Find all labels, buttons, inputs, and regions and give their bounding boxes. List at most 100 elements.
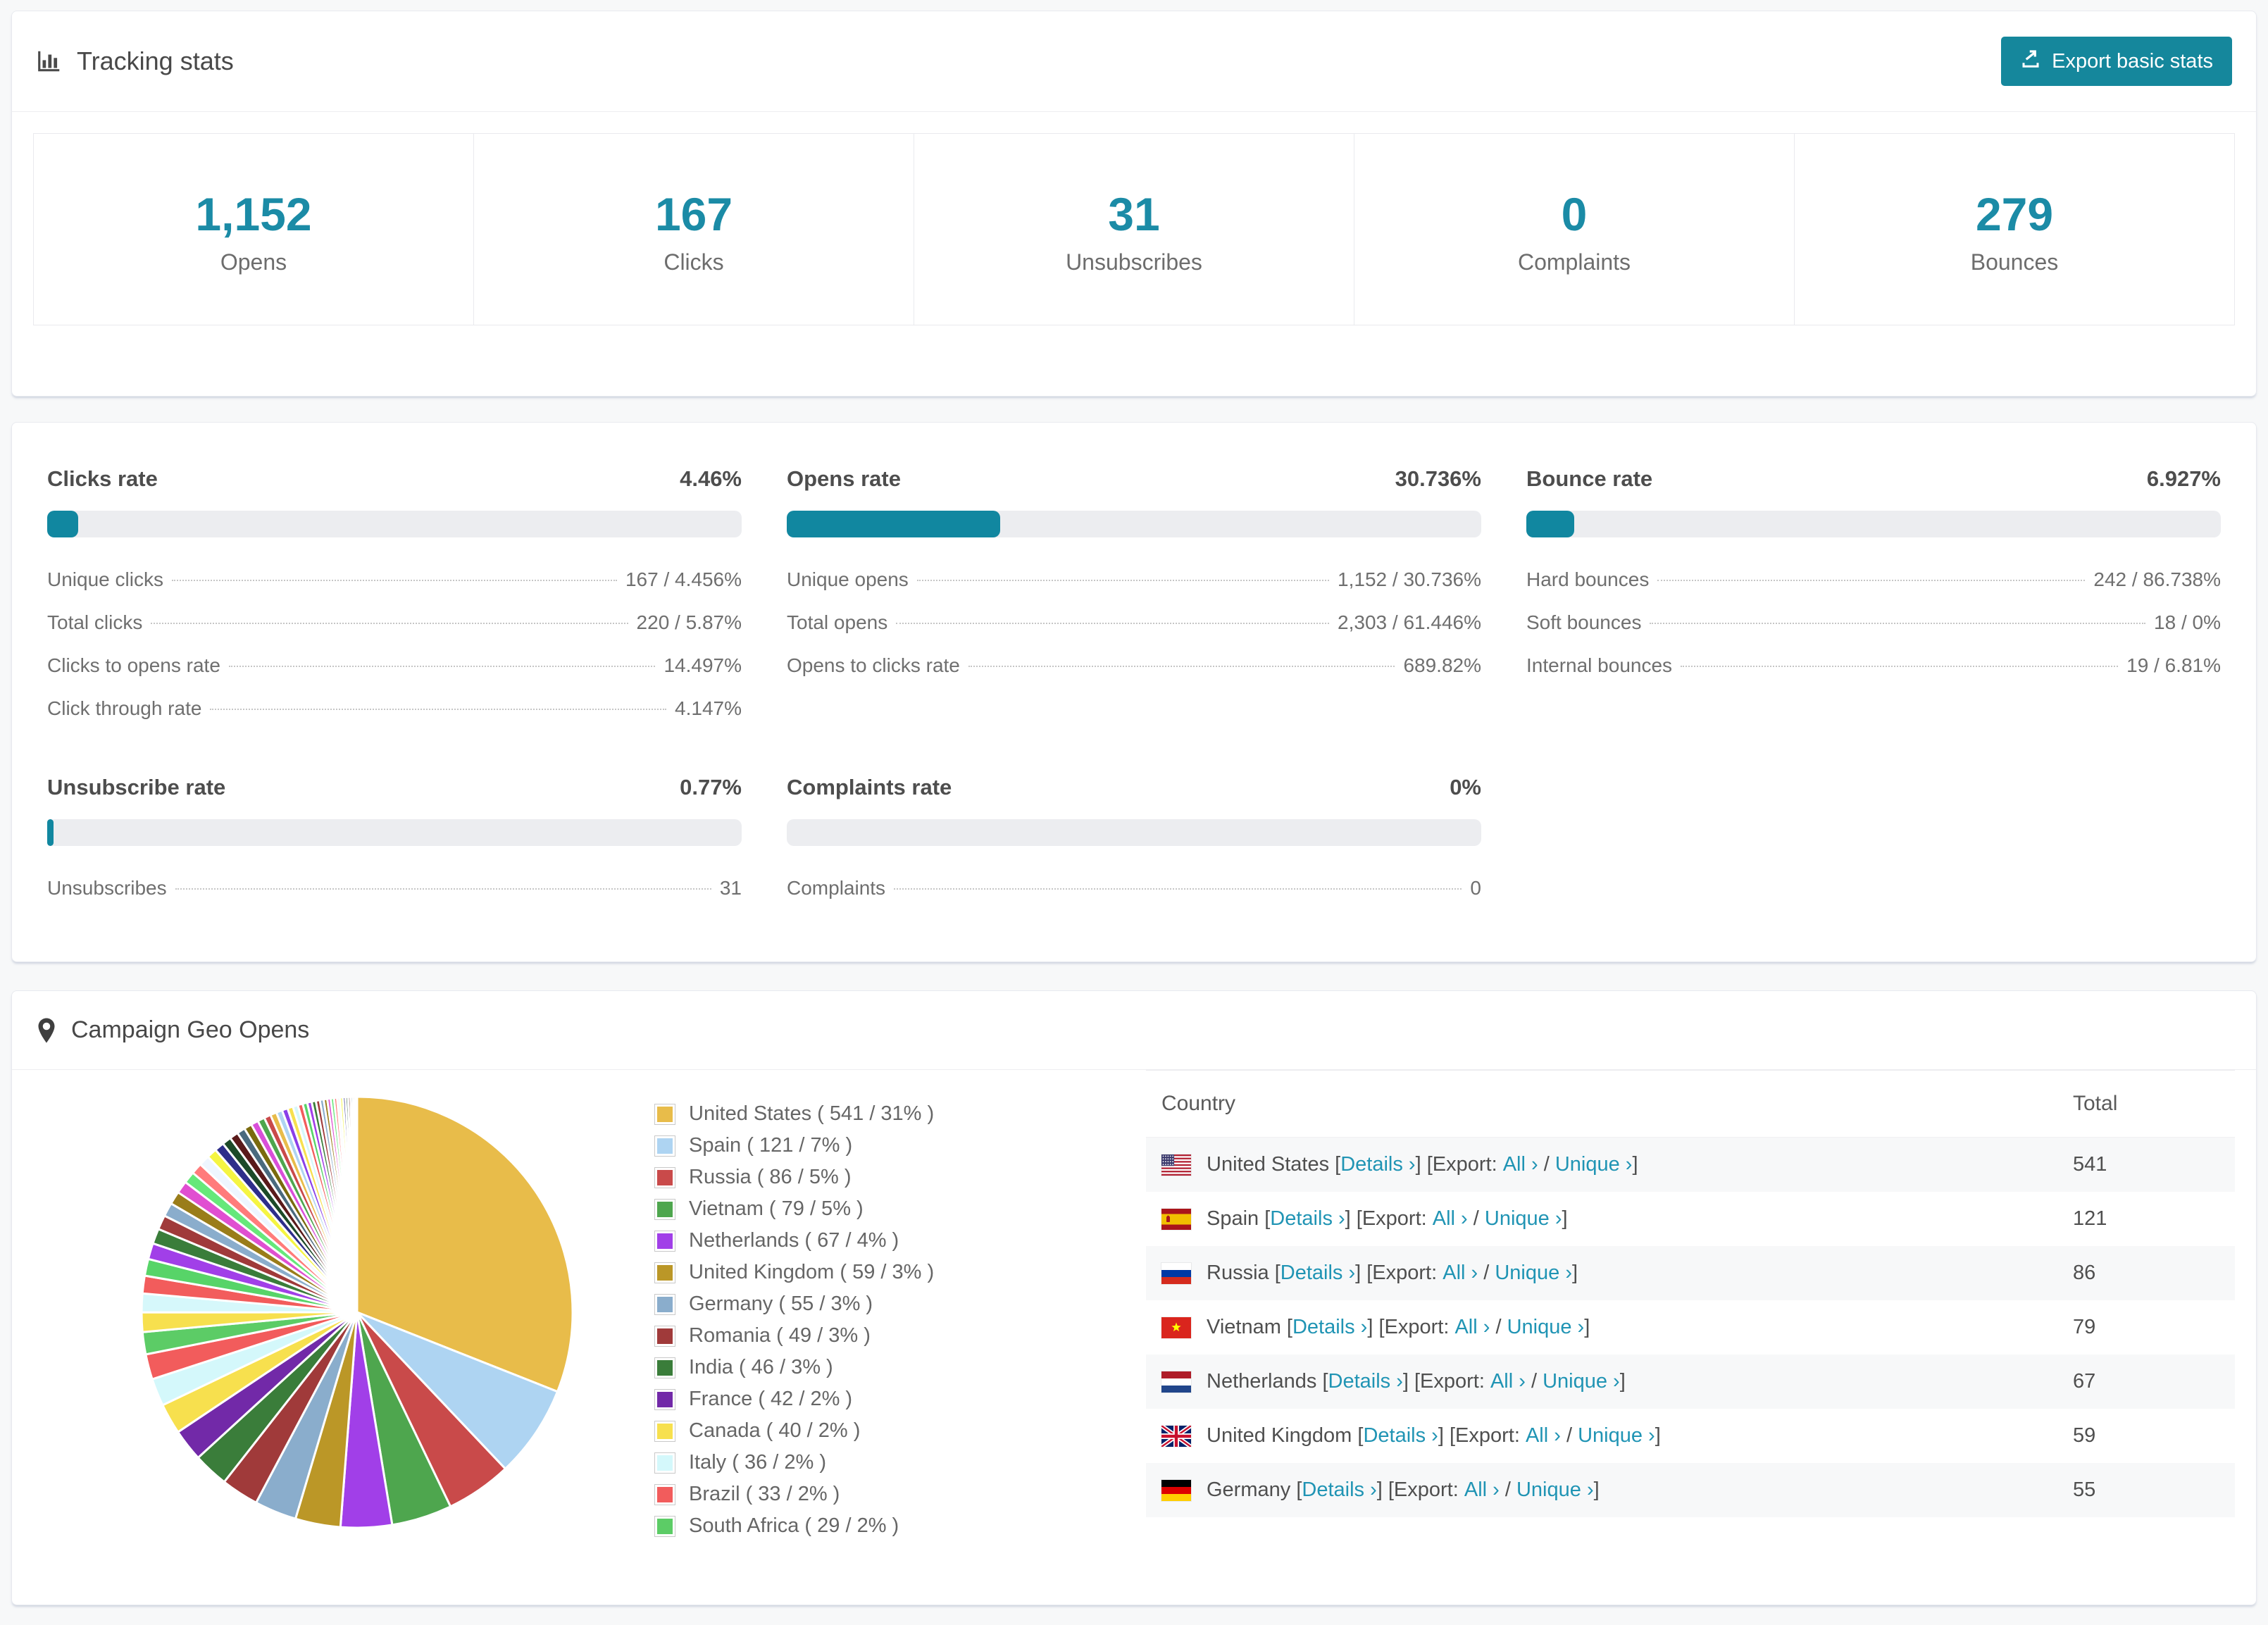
rate-title: Bounce rate [1526,466,1653,491]
legend-label: Brazil ( 33 / 2% ) [689,1483,840,1505]
rate-row-value: 18 / 0% [2154,611,2221,633]
export-all-link[interactable]: All › [1526,1424,1561,1447]
geo-table-header-total: Total [2057,1070,2235,1138]
rate-title: Unsubscribe rate [47,775,226,799]
geo-title-row: Campaign Geo Opens [36,1016,309,1044]
rate-row-value: 689.82% [1403,654,1481,676]
rate-row: Click through rate 4.147% [47,697,742,720]
legend-item[interactable]: France ( 42 / 2% ) [654,1383,985,1415]
table-row: Germany [Details ›] [Export: All › / Uni… [1146,1463,2235,1517]
legend-item[interactable]: South Africa ( 29 / 2% ) [654,1510,985,1542]
stat-cell: 31 Unsubscribes [914,134,1354,325]
rate-row-label: Unique clicks [47,568,163,590]
legend-label: United States ( 541 / 31% ) [689,1102,935,1125]
export-all-link[interactable]: All › [1503,1153,1538,1176]
legend-swatch [654,1483,675,1505]
export-unique-link[interactable]: Unique › [1507,1316,1585,1339]
page: { "accent": "#1b8ba6", "tracking": { "ti… [0,11,2268,1625]
table-row: Netherlands [Details ›] [Export: All › /… [1146,1355,2235,1409]
rates-card: Clicks rate 4.46% Unique clicks 167 / 4.… [11,422,2257,962]
legend-label: Netherlands ( 67 / 4% ) [689,1229,899,1252]
tracking-stats-card: Tracking stats Export basic stats 1,152 … [11,11,2257,397]
details-link[interactable]: Details › [1363,1424,1438,1447]
legend-item[interactable]: India ( 46 / 3% ) [654,1352,985,1383]
rate-value: 0% [1450,775,1481,799]
details-link[interactable]: Details › [1270,1207,1345,1231]
legend-swatch [654,1515,675,1537]
details-link[interactable]: Details › [1340,1153,1415,1176]
legend-swatch [654,1325,675,1347]
legend-item[interactable]: Romania ( 49 / 3% ) [654,1320,985,1352]
legend-item[interactable]: Germany ( 55 / 3% ) [654,1288,985,1320]
legend-label: India ( 46 / 3% ) [689,1356,833,1378]
export-all-link[interactable]: All › [1454,1316,1490,1339]
geo-pie-chart [139,1094,575,1534]
rate-title: Opens rate [787,466,901,491]
export-unique-link[interactable]: Unique › [1485,1207,1562,1231]
rate-row: Total opens 2,303 / 61.446% [787,611,1481,634]
chart-bar-icon [36,48,63,75]
rate-progress [787,819,1481,846]
rate-row-value: 4.147% [675,697,742,719]
rate-value: 0.77% [680,775,742,799]
export-unique-link[interactable]: Unique › [1555,1153,1633,1176]
rate-title: Complaints rate [787,775,952,799]
stat-cell: 279 Bounces [1795,134,2234,325]
rate-row-leader [151,623,628,624]
export-all-link[interactable]: All › [1490,1370,1526,1393]
export-unique-link[interactable]: Unique › [1543,1370,1620,1393]
export-all-link[interactable]: All › [1433,1207,1468,1231]
rate-row-value: 242 / 86.738% [2093,568,2221,590]
rate-progress-fill [47,819,54,846]
rate-value: 30.736% [1395,466,1481,491]
legend-item[interactable]: Netherlands ( 67 / 4% ) [654,1225,985,1257]
stat-label: Clicks [663,249,724,275]
country-name: Russia [1207,1262,1275,1284]
details-link[interactable]: Details › [1328,1370,1403,1393]
legend-label: South Africa ( 29 / 2% ) [689,1514,899,1537]
tracking-stats-title-row: Tracking stats [36,46,234,76]
rate-row-leader [228,666,656,667]
total-value: 121 [2073,1207,2107,1230]
rate-row-label: Click through rate [47,697,202,719]
total-value: 55 [2057,1463,2235,1517]
export-icon [2020,48,2041,75]
export-all-link[interactable]: All › [1443,1262,1478,1285]
legend-swatch [654,1388,675,1410]
legend-item[interactable]: Spain ( 121 / 7% ) [654,1130,985,1162]
legend-item[interactable]: Russia ( 86 / 5% ) [654,1162,985,1193]
details-link[interactable]: Details › [1292,1316,1367,1339]
legend-item[interactable]: Italy ( 36 / 2% ) [654,1447,985,1478]
rate-progress [787,511,1481,537]
rate-progress-fill [787,511,1001,537]
legend-item[interactable]: United States ( 541 / 31% ) [654,1098,985,1130]
legend-label: France ( 42 / 2% ) [689,1388,853,1410]
legend-item[interactable]: Vietnam ( 79 / 5% ) [654,1193,985,1225]
export-unique-link[interactable]: Unique › [1578,1424,1655,1447]
stat-cell: 1,152 Opens [34,134,474,325]
legend-item[interactable]: Brazil ( 33 / 2% ) [654,1478,985,1510]
export-unique-link[interactable]: Unique › [1516,1478,1594,1502]
details-link[interactable]: Details › [1281,1262,1355,1285]
legend-item[interactable]: United Kingdom ( 59 / 3% ) [654,1257,985,1288]
stat-cell: 0 Complaints [1354,134,1795,325]
rate-row-leader [968,666,1395,667]
legend-item[interactable]: Canada ( 40 / 2% ) [654,1415,985,1447]
geo-header: Campaign Geo Opens [12,991,2256,1070]
rate-row-leader [1650,623,2146,624]
stats-row: 1,152 Opens 167 Clicks 31 Unsubscribes 0 Co… [33,133,2235,325]
rate-row-leader [1657,580,2086,581]
table-row: Russia [Details ›] [Export: All › / Uniq… [1146,1246,2235,1300]
rate-row: Total clicks 220 / 5.87% [47,611,742,634]
country-name: Spain [1207,1207,1265,1230]
export-basic-stats-button[interactable]: Export basic stats [2001,37,2232,86]
rate-progress-fill [1526,511,1575,537]
export-unique-link[interactable]: Unique › [1495,1262,1572,1285]
details-link[interactable]: Details › [1302,1478,1376,1502]
rate-row-label: Opens to clicks rate [787,654,960,676]
stat-label: Opens [220,249,287,275]
total-value: 67 [2057,1355,2235,1409]
stat-label: Unsubscribes [1066,249,1202,275]
export-all-link[interactable]: All › [1464,1478,1500,1502]
rate-row-value: 0 [1470,877,1481,899]
